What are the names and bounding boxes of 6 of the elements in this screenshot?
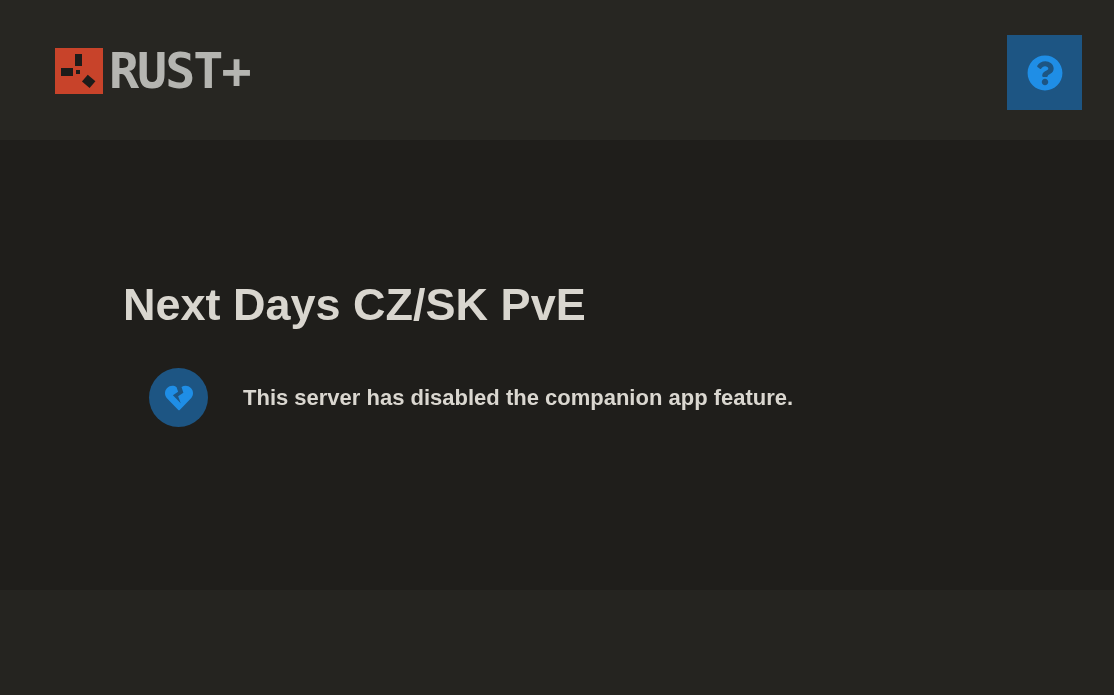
help-button[interactable]	[1007, 35, 1082, 110]
disabled-message: This server has disabled the companion app feature.	[243, 384, 794, 411]
server-name: Next Days CZ/SK PvE	[123, 278, 587, 332]
help-icon	[1026, 54, 1063, 91]
logo-text: RUST+	[109, 48, 250, 94]
logo-icon	[55, 48, 103, 94]
